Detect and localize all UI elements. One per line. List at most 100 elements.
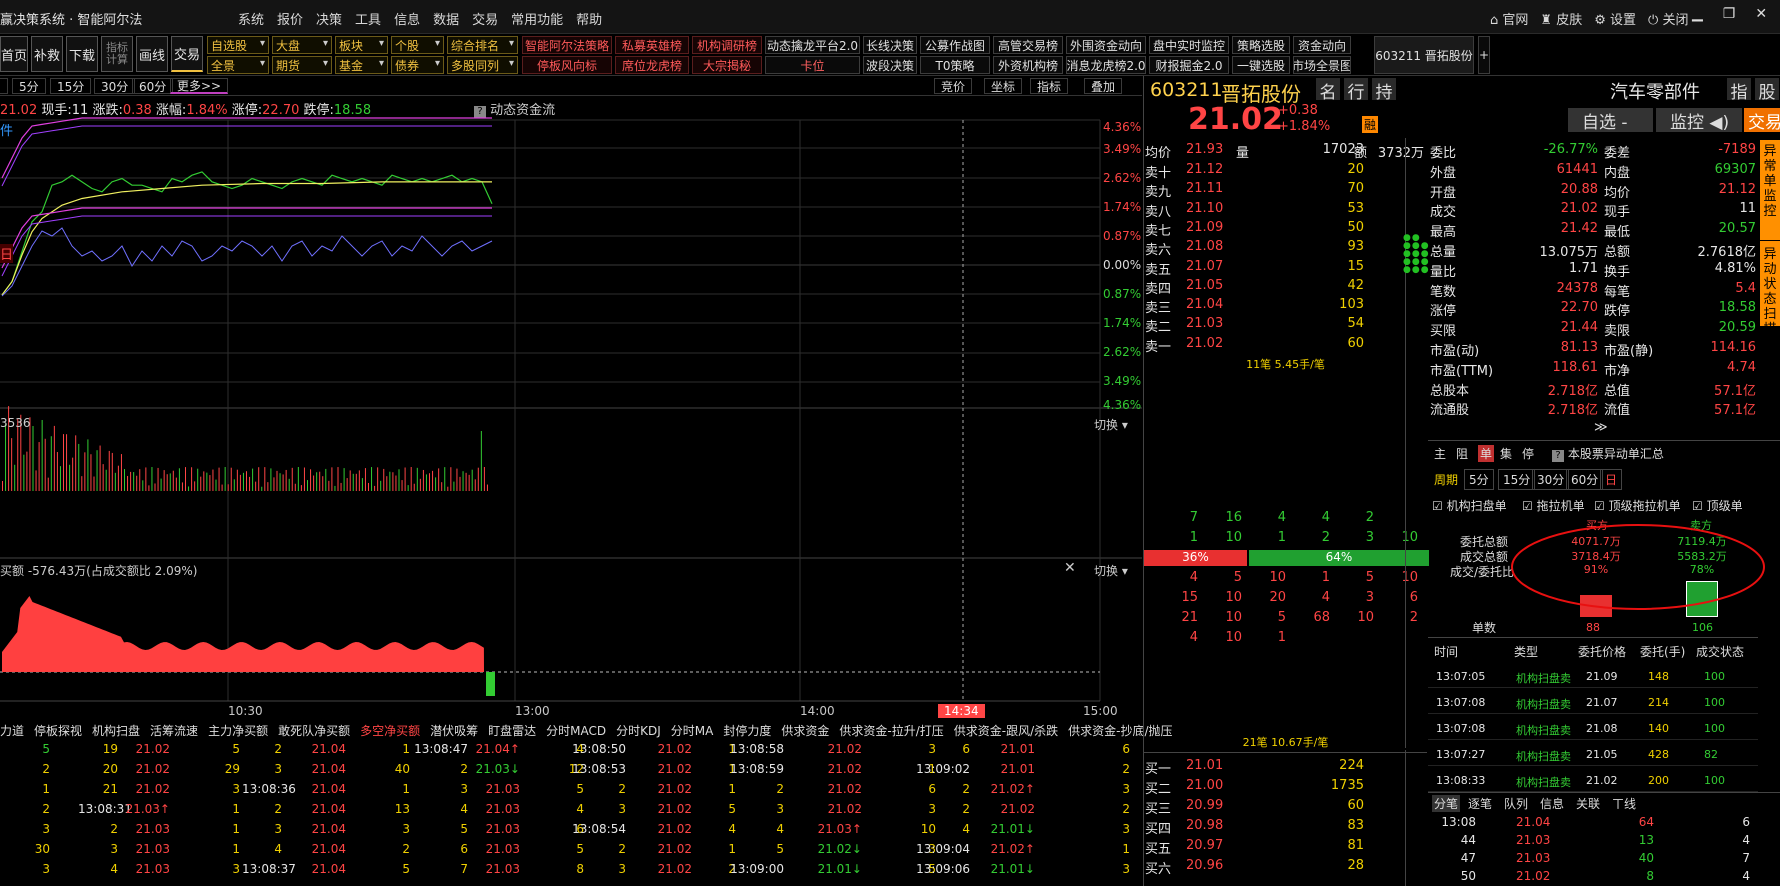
btn-long-decision[interactable]: 长线决策: [863, 36, 917, 54]
volume-switch-button[interactable]: 切换 ▾: [1094, 416, 1128, 433]
btn-foreign-inst[interactable]: 外资机构榜: [993, 56, 1063, 74]
select-bond[interactable]: 债券: [391, 56, 444, 74]
home-button[interactable]: 首页: [0, 36, 28, 72]
tick-tab[interactable]: 关联: [1576, 795, 1600, 812]
btn-slot[interactable]: 卡位: [765, 56, 860, 74]
table-row[interactable]: 13:08:33 机构扫盘卖 21.02 200 100: [1428, 770, 1758, 792]
trade-button[interactable]: 交易: [171, 36, 203, 72]
buy-row[interactable]: 买一 21.01 224: [1144, 758, 1427, 777]
monitor-checkbox[interactable]: ☑ 顶级单: [1692, 497, 1743, 514]
monitor-period[interactable]: 15分: [1498, 469, 1536, 490]
btn-swing-decision[interactable]: 波段决策: [863, 56, 917, 74]
period-5min[interactable]: 5分: [12, 78, 46, 94]
table-header[interactable]: 成交状态: [1696, 643, 1744, 660]
menu-quote[interactable]: 报价: [277, 9, 303, 28]
btn-seat-dragon[interactable]: 席位龙虎榜: [615, 56, 689, 74]
sell-row[interactable]: 卖六 21.08 93: [1144, 239, 1427, 258]
bottom-header[interactable]: 力道: [0, 722, 24, 740]
tick-tab[interactable]: 信息: [1540, 795, 1564, 812]
expand-icon[interactable]: ≫: [1594, 420, 1608, 435]
select-multi-stock[interactable]: 多股同列: [447, 56, 518, 74]
table-header[interactable]: 委托价格: [1578, 643, 1626, 660]
monitor-checkbox[interactable]: ☑ 机构扫盘单: [1432, 497, 1507, 514]
menu-data[interactable]: 数据: [433, 9, 459, 28]
sell-row[interactable]: 卖五 21.07 15: [1144, 259, 1427, 278]
btn-t0-strategy[interactable]: T0策略: [920, 56, 990, 74]
period-30min[interactable]: 30分: [94, 78, 136, 94]
sell-row[interactable]: 卖三 21.04 103: [1144, 297, 1427, 316]
btn-trade[interactable]: 交易: [1744, 108, 1780, 132]
btn-capital-flow[interactable]: 资金动向: [1293, 36, 1351, 54]
select-sector[interactable]: 板块: [335, 36, 388, 54]
add-tab-button[interactable]: +: [1478, 36, 1490, 74]
table-row[interactable]: 13:07:08 机构扫盘卖 21.08 140 100: [1428, 718, 1758, 740]
buy-row[interactable]: 买五 20.97 81: [1144, 838, 1427, 857]
sell-row[interactable]: 卖四 21.05 42: [1144, 278, 1427, 297]
btn-watchlist[interactable]: 自选 -: [1568, 108, 1653, 133]
btn-stock[interactable]: 股: [1755, 78, 1779, 103]
monitor-period[interactable]: 5分: [1464, 469, 1494, 490]
btn-block-trade[interactable]: 大宗揭秘: [692, 56, 762, 74]
btn-auction[interactable]: 竞价: [934, 78, 973, 94]
link-skin[interactable]: ♜ 皮肤: [1540, 9, 1582, 28]
period-15min[interactable]: 15分: [50, 78, 92, 94]
tick-tab[interactable]: 分笔: [1432, 795, 1461, 812]
btn-realtime-monitor[interactable]: 盘中实时监控: [1149, 36, 1229, 54]
btn-overlay[interactable]: 叠加: [1084, 78, 1123, 94]
monitor-period[interactable]: 日: [1600, 469, 1623, 490]
select-watchlist[interactable]: 自选股: [207, 36, 269, 54]
sell-row[interactable]: 卖一 21.02 60: [1144, 336, 1427, 355]
tab-stock-603211[interactable]: 603211 晋拓股份: [1374, 36, 1474, 74]
table-row[interactable]: 13:07:08 机构扫盘卖 21.07 214 100: [1428, 692, 1758, 714]
btn-holdings[interactable]: 持: [1372, 78, 1396, 103]
menu-system[interactable]: 系统: [238, 9, 264, 28]
bottom-header[interactable]: 潜伏吸筹: [430, 722, 478, 740]
table-header[interactable]: 时间: [1434, 643, 1458, 660]
table-row[interactable]: 13:07:27 机构扫盘卖 21.05 428 82: [1428, 744, 1758, 766]
intraday-chart[interactable]: [0, 96, 1142, 722]
bottom-header[interactable]: 敢死队净买额: [278, 722, 350, 740]
side-tab-scan[interactable]: 异动状态扫描: [1760, 240, 1780, 337]
btn-indicator[interactable]: 指标: [1030, 78, 1069, 94]
tick-tab[interactable]: 逐笔: [1468, 795, 1492, 812]
select-market[interactable]: 大盘: [272, 36, 332, 54]
bottom-header[interactable]: 供求资金: [781, 722, 829, 740]
draw-line-button[interactable]: 画线: [136, 36, 168, 72]
period-prev[interactable]: [0, 78, 8, 94]
btn-executive-trade[interactable]: 高管交易榜: [993, 36, 1063, 54]
download-button[interactable]: 下载: [66, 36, 98, 72]
btn-market-panorama[interactable]: 市场全景图: [1293, 56, 1351, 74]
restore-icon[interactable]: ❐: [1723, 6, 1736, 22]
bottom-header[interactable]: 分时MACD: [546, 722, 606, 740]
bottom-header[interactable]: 机构扫盘: [92, 722, 140, 740]
menu-decision[interactable]: 决策: [316, 9, 342, 28]
sell-row[interactable]: 卖八 21.10 53: [1144, 201, 1427, 220]
select-stock[interactable]: 个股: [391, 36, 444, 54]
link-settings[interactable]: ⚙ 设置: [1594, 9, 1636, 28]
btn-foreign-capital[interactable]: 外围资金动向: [1066, 36, 1146, 54]
bottom-header[interactable]: 分时MA: [671, 722, 714, 740]
sell-row[interactable]: 卖七 21.09 50: [1144, 220, 1427, 239]
monitor-period[interactable]: 60分: [1566, 469, 1604, 490]
tick-tab[interactable]: ㄒ线: [1612, 795, 1636, 812]
monitor-tab[interactable]: 阻: [1456, 445, 1468, 462]
btn-axis[interactable]: 坐标: [984, 78, 1023, 94]
bottom-header[interactable]: 分时KDJ: [616, 722, 661, 740]
period-60min[interactable]: 60分: [132, 78, 174, 94]
buy-row[interactable]: 买六 20.96 28: [1144, 858, 1427, 877]
abnormal-summary-link[interactable]: ? 本股票异动单汇总: [1552, 445, 1664, 462]
menu-info[interactable]: 信息: [394, 9, 420, 28]
minimize-icon[interactable]: ▁: [1692, 6, 1703, 22]
monitor-checkbox[interactable]: ☑ 顶级拖拉机单: [1594, 497, 1681, 514]
scrollbar[interactable]: [1405, 138, 1413, 748]
period-more[interactable]: 更多>>: [170, 78, 229, 94]
close-icon[interactable]: ✕: [1064, 560, 1076, 576]
bottom-header[interactable]: 供求资金-拉升/打压: [839, 722, 943, 740]
menu-tools[interactable]: 工具: [355, 9, 381, 28]
btn-fund-map[interactable]: 公募作战图: [920, 36, 990, 54]
select-ranking[interactable]: 综合排名: [447, 36, 518, 54]
sell-row[interactable]: 卖二 21.03 54: [1144, 316, 1427, 335]
link-close[interactable]: ⏻ 关闭: [1648, 9, 1688, 28]
btn-monitor[interactable]: 监控 ◀): [1656, 108, 1742, 133]
buy-row[interactable]: 买三 20.99 60: [1144, 798, 1427, 817]
